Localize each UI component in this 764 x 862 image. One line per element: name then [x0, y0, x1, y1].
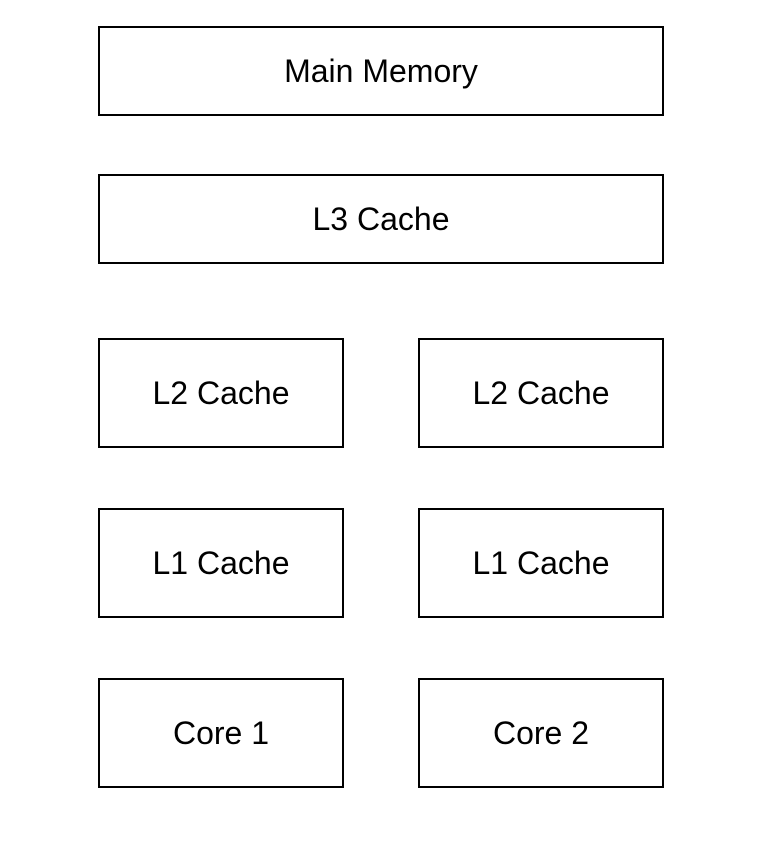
l3-cache-label: L3 Cache — [313, 201, 450, 238]
core-2-box: Core 2 — [418, 678, 664, 788]
core-1-label: Core 1 — [173, 715, 269, 752]
l2-cache-right-box: L2 Cache — [418, 338, 664, 448]
l2-cache-right-label: L2 Cache — [473, 375, 610, 412]
main-memory-label: Main Memory — [284, 53, 478, 90]
l1-cache-right-box: L1 Cache — [418, 508, 664, 618]
l1-cache-left-box: L1 Cache — [98, 508, 344, 618]
l3-cache-box: L3 Cache — [98, 174, 664, 264]
core-2-label: Core 2 — [493, 715, 589, 752]
l2-cache-left-label: L2 Cache — [153, 375, 290, 412]
main-memory-box: Main Memory — [98, 26, 664, 116]
l1-cache-left-label: L1 Cache — [153, 545, 290, 582]
core-1-box: Core 1 — [98, 678, 344, 788]
l2-cache-left-box: L2 Cache — [98, 338, 344, 448]
l1-cache-right-label: L1 Cache — [473, 545, 610, 582]
